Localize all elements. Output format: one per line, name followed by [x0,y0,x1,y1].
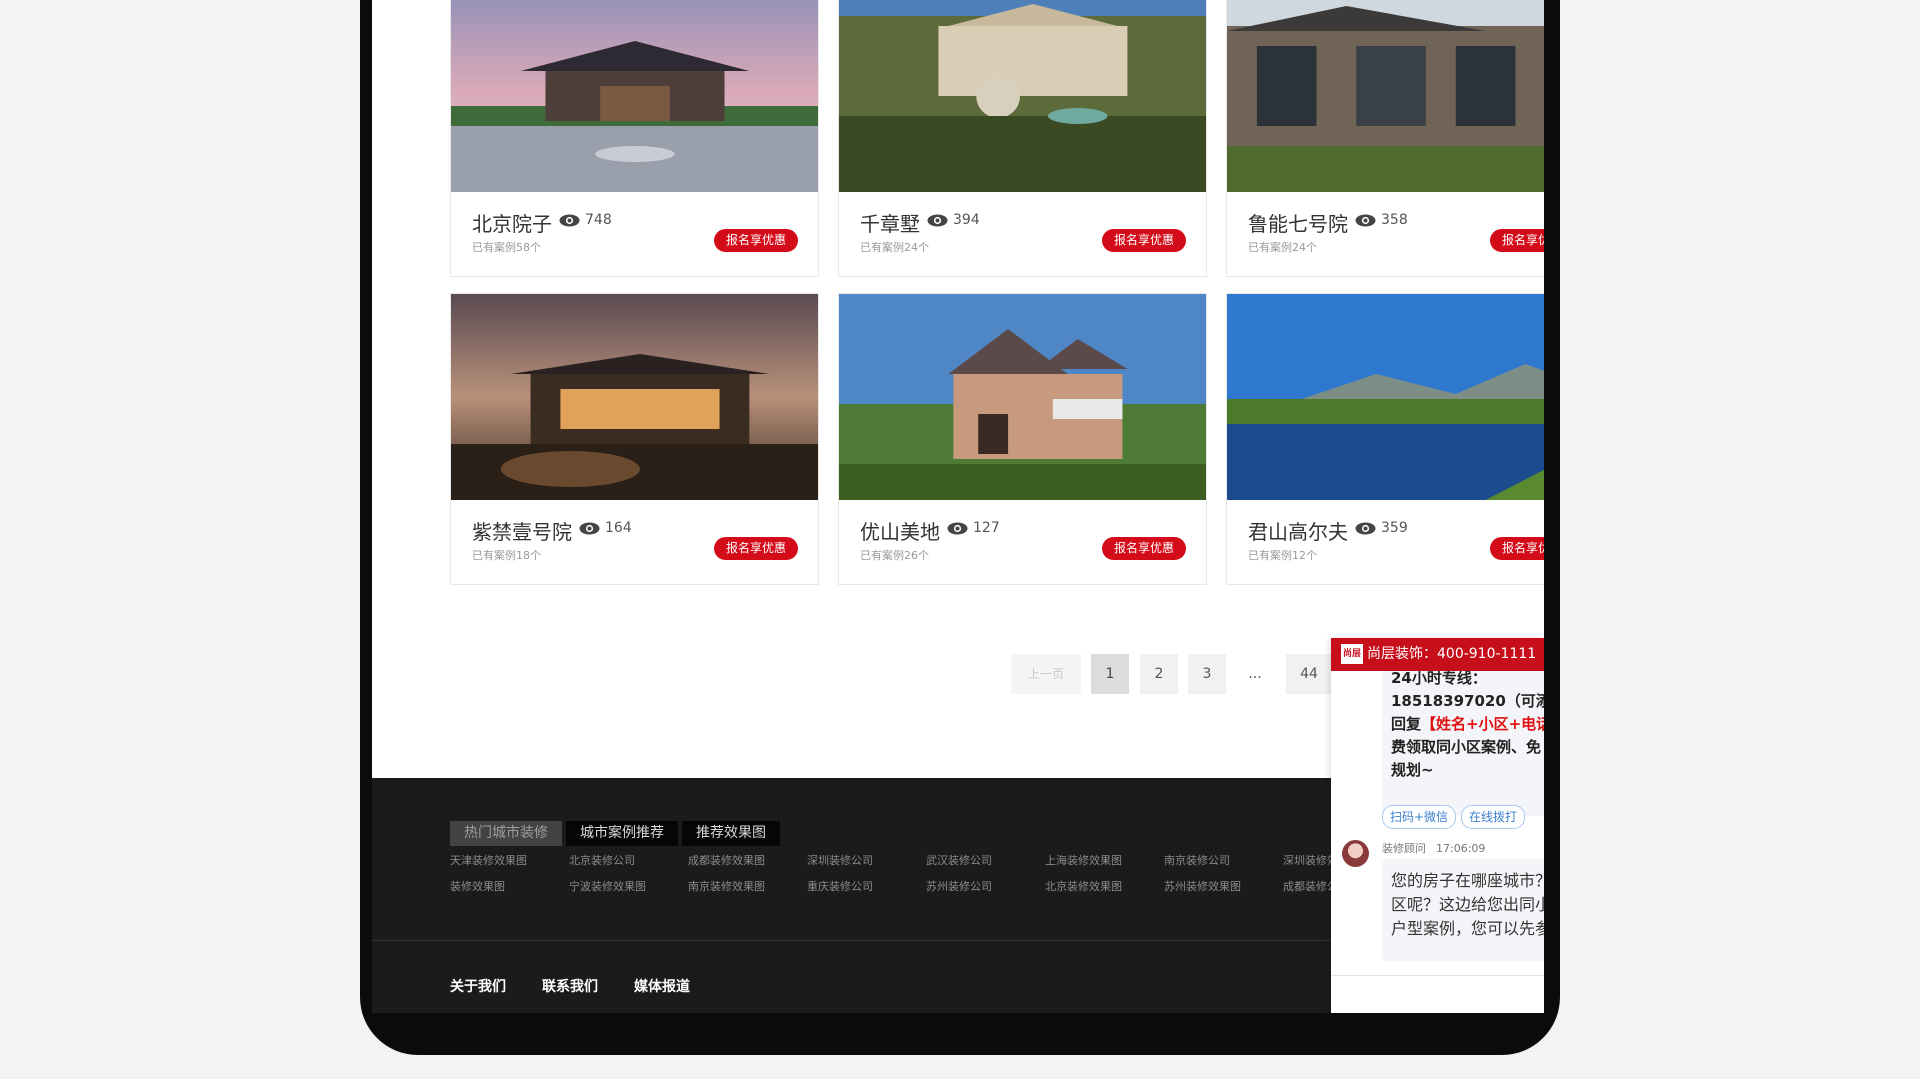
chat-text: 区呢？这边给您出同小 [1391,895,1544,914]
view-count-value: 127 [973,520,1000,536]
project-photo[interactable] [1227,0,1544,192]
footer-nav: 关于我们 联系我们 媒体报道 [450,976,690,996]
view-count-value: 394 [953,212,980,228]
signup-discount-button[interactable]: 报名享优惠 [1101,229,1186,252]
chat-text: 费领取同小区案例、免 [1391,738,1542,756]
prev-page-button[interactable]: 上一页 [1011,654,1081,694]
view-count: 359 [1355,520,1408,536]
project-name[interactable]: 千章墅 [860,208,920,237]
chat-divider [1331,975,1544,976]
project-card[interactable]: 君山高尔夫 359 已有案例12个 报名享优惠 [1226,293,1544,585]
signup-discount-button[interactable]: 报名享优惠 [1101,537,1186,560]
eye-icon [1355,214,1376,226]
eye-icon [1355,522,1376,534]
chat-header[interactable]: 尚层 尚层装饰：400-910-1111 [1331,638,1544,671]
tab-recommended-renderings[interactable]: 推荐效果图 [682,821,780,846]
project-card[interactable]: 优山美地 127 已有案例26个 报名享优惠 [838,293,1207,585]
chat-message-question: 您的房子在哪座城市？ 区呢？这边给您出同小 户型案例，您可以先参 [1382,859,1544,961]
eye-icon [579,522,600,534]
project-name[interactable]: 鲁能七号院 [1248,208,1348,237]
scan-wechat-button[interactable]: 扫码+微信 [1382,805,1457,829]
footer-link[interactable]: 南京装修公司 [1164,852,1283,869]
footer-link[interactable]: 南京装修效果图 [688,878,807,895]
project-photo[interactable] [451,0,818,192]
project-photo[interactable] [839,0,1206,192]
view-count-value: 164 [605,520,632,536]
signup-discount-button[interactable]: 报名享优惠 [1489,229,1544,252]
footer-link[interactable]: 武汉装修公司 [926,852,1045,869]
media-reports-link[interactable]: 媒体报道 [634,976,690,996]
view-count-value: 358 [1381,212,1408,228]
footer-link[interactable]: 苏州装修效果图 [1164,878,1283,895]
view-count: 127 [947,520,1000,536]
chat-hotline: 尚层装饰：400-910-1111 [1367,646,1537,662]
chat-text: 户型案例，您可以先参 [1391,919,1544,938]
chat-widget[interactable]: 24小时专线： 18518397020（可添加 回复【姓名+小区+电话 费领取同… [1331,638,1544,1013]
signup-discount-button[interactable]: 报名享优惠 [1489,537,1544,560]
brand-logo-icon: 尚层 [1341,644,1363,664]
tab-city-case-recommend[interactable]: 城市案例推荐 [566,821,678,846]
view-count-value: 359 [1381,520,1408,536]
footer-link[interactable]: 装修效果图 [450,878,569,895]
signup-discount-button[interactable]: 报名享优惠 [713,229,798,252]
pagination-ellipsis: ... [1248,666,1262,682]
footer-link[interactable]: 重庆装修公司 [807,878,926,895]
eye-icon [947,522,968,534]
chat-text: 回复【姓名+小区+电话 [1391,715,1544,733]
case-count: 已有案例26个 [860,549,929,562]
view-count: 748 [559,212,612,228]
project-name[interactable]: 优山美地 [860,516,940,545]
eye-icon [927,214,948,226]
project-card[interactable]: 北京院子 748 已有案例58个 报名享优惠 [450,0,819,277]
project-card[interactable]: 千章墅 394 已有案例24个 报名享优惠 [838,0,1207,277]
view-count: 358 [1355,212,1408,228]
signup-discount-button[interactable]: 报名享优惠 [713,537,798,560]
footer-link[interactable]: 宁波装修效果图 [569,878,688,895]
footer-link-grid: 天津装修效果图 北京装修公司 成都装修效果图 深圳装修公司 武汉装修公司 上海装… [450,852,1450,895]
footer-link[interactable]: 上海装修效果图 [1045,852,1164,869]
about-us-link[interactable]: 关于我们 [450,976,506,996]
project-name[interactable]: 紫禁壹号院 [472,516,572,545]
footer-tabs: 热门城市装修 城市案例推荐 推荐效果图 [450,821,780,846]
footer-link[interactable]: 天津装修效果图 [450,852,569,869]
view-count: 394 [927,212,980,228]
chat-message-hotline: 24小时专线： 18518397020（可添加 回复【姓名+小区+电话 费领取同… [1382,666,1544,816]
footer-link[interactable]: 深圳装修公司 [807,852,926,869]
chat-text: 您的房子在哪座城市？ [1391,871,1544,890]
page-button-3[interactable]: 3 [1188,654,1226,694]
project-name[interactable]: 君山高尔夫 [1248,516,1348,545]
chat-phone[interactable]: 18518397020（可添加 [1391,690,1544,711]
view-count: 164 [579,520,632,536]
tab-hot-city-renovation[interactable]: 热门城市装修 [450,821,562,846]
case-count: 已有案例24个 [1248,241,1317,254]
page-button-1[interactable]: 1 [1091,654,1129,694]
footer-link[interactable]: 成都装修效果图 [688,852,807,869]
agent-meta: 装修顾问 17:06:09 [1382,840,1485,856]
case-count: 已有案例18个 [472,549,541,562]
contact-us-link[interactable]: 联系我们 [542,976,598,996]
view-count-value: 748 [585,212,612,228]
project-photo[interactable] [839,294,1206,500]
footer-link[interactable]: 北京装修效果图 [1045,878,1164,895]
project-card[interactable]: 鲁能七号院 358 已有案例24个 报名享优惠 [1226,0,1544,277]
case-count: 已有案例24个 [860,241,929,254]
project-photo[interactable] [1227,294,1544,500]
project-photo[interactable] [451,294,818,500]
eye-icon [559,214,580,226]
case-count: 已有案例58个 [472,241,541,254]
agent-name: 装修顾问 [1382,842,1426,855]
browser-viewport: 北京院子 748 已有案例58个 报名享优惠 千章墅 394 已有案例24个 报 [372,0,1544,1013]
case-count: 已有案例12个 [1248,549,1317,562]
last-page-button[interactable]: 44 [1286,654,1332,694]
project-name[interactable]: 北京院子 [472,208,552,237]
message-time: 17:06:09 [1436,842,1486,855]
online-call-button[interactable]: 在线拨打 [1461,805,1526,829]
footer-link[interactable]: 北京装修公司 [569,852,688,869]
project-card[interactable]: 紫禁壹号院 164 已有案例18个 报名享优惠 [450,293,819,585]
footer-link[interactable]: 苏州装修公司 [926,878,1045,895]
agent-avatar [1342,840,1369,867]
page-button-2[interactable]: 2 [1140,654,1178,694]
chat-text: 规划~ [1391,761,1434,779]
